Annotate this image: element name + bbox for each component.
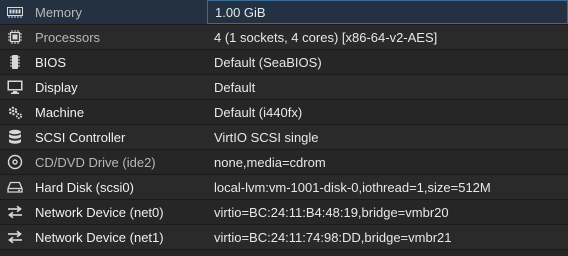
hardware-row-name-cell: Memory <box>0 0 207 24</box>
hardware-row-scsi-controller[interactable]: SCSI Controller VirtIO SCSI single <box>0 125 568 150</box>
hardware-row-label: Display <box>35 79 78 95</box>
hardware-row-network-net0[interactable]: Network Device (net0) virtio=BC:24:11:B4… <box>0 200 568 225</box>
network-icon <box>7 204 23 220</box>
hardware-row-name-cell: BIOS <box>0 50 207 74</box>
cdrom-icon <box>7 154 23 170</box>
hardware-row-label: Memory <box>35 4 82 20</box>
hardware-row-value: 1.00 GiB <box>207 0 568 24</box>
hardware-row-value: virtio=BC:24:11:B4:48:19,bridge=vmbr20 <box>214 204 449 220</box>
bios-icon <box>7 54 23 70</box>
hardware-row-value: Default (SeaBIOS) <box>214 54 322 70</box>
hardware-row-label: Network Device (net0) <box>35 204 164 220</box>
hardware-row-value: Default <box>214 79 256 95</box>
memory-icon <box>7 4 23 20</box>
hardware-row-label: Processors <box>35 29 101 45</box>
hardware-row-value: 4 (1 sockets, 4 cores) [x86-64-v2-AES] <box>214 29 438 45</box>
hardware-row-name-cell: Network Device (net1) <box>0 225 207 249</box>
hardware-row-value: none,media=cdrom <box>214 154 326 170</box>
hardware-row-name-cell: SCSI Controller <box>0 125 207 149</box>
hardware-row-label: CD/DVD Drive (ide2) <box>35 154 156 170</box>
hardware-row-label: BIOS <box>35 54 67 70</box>
hardware-row-name-cell: Hard Disk (scsi0) <box>0 175 207 199</box>
hardware-row-value: virtio=BC:24:11:74:98:DD,bridge=vmbr21 <box>214 229 452 245</box>
hardware-grid: Memory 1.00 GiB Processors 4 (1 sockets,… <box>0 0 568 256</box>
hardware-row-label: Hard Disk (scsi0) <box>35 179 134 195</box>
hardware-row-label: Machine <box>35 104 85 120</box>
hardware-row-name-cell: Display <box>0 75 207 99</box>
display-icon <box>7 79 23 95</box>
hardware-row-value: Default (i440fx) <box>214 104 303 120</box>
machine-icon <box>7 104 23 120</box>
processor-icon <box>7 29 23 45</box>
hardware-row-display[interactable]: Display Default <box>0 75 568 100</box>
hardware-row-hard-disk[interactable]: Hard Disk (scsi0) local-lvm:vm-1001-disk… <box>0 175 568 200</box>
hardware-row-value: VirtIO SCSI single <box>214 129 319 145</box>
hardware-row-name-cell: Network Device (net0) <box>0 200 207 224</box>
hardware-row-name-cell: CD/DVD Drive (ide2) <box>0 150 207 174</box>
hardware-row-value: local-lvm:vm-1001-disk-0,iothread=1,size… <box>214 179 491 195</box>
hardware-row-name-cell: Machine <box>0 100 207 124</box>
hardware-row-machine[interactable]: Machine Default (i440fx) <box>0 100 568 125</box>
hard-disk-icon <box>7 179 23 195</box>
hardware-row-bios[interactable]: BIOS Default (SeaBIOS) <box>0 50 568 75</box>
hardware-row-network-net1[interactable]: Network Device (net1) virtio=BC:24:11:74… <box>0 225 568 250</box>
hardware-row-label: SCSI Controller <box>35 129 126 145</box>
hardware-row-name-cell: Processors <box>0 25 207 49</box>
hardware-row-label: Network Device (net1) <box>35 229 164 245</box>
scsi-controller-icon <box>7 129 23 145</box>
hardware-row-cdrom[interactable]: CD/DVD Drive (ide2) none,media=cdrom <box>0 150 568 175</box>
hardware-row-memory[interactable]: Memory 1.00 GiB <box>0 0 568 25</box>
network-icon <box>7 229 23 245</box>
hardware-row-processors[interactable]: Processors 4 (1 sockets, 4 cores) [x86-6… <box>0 25 568 50</box>
